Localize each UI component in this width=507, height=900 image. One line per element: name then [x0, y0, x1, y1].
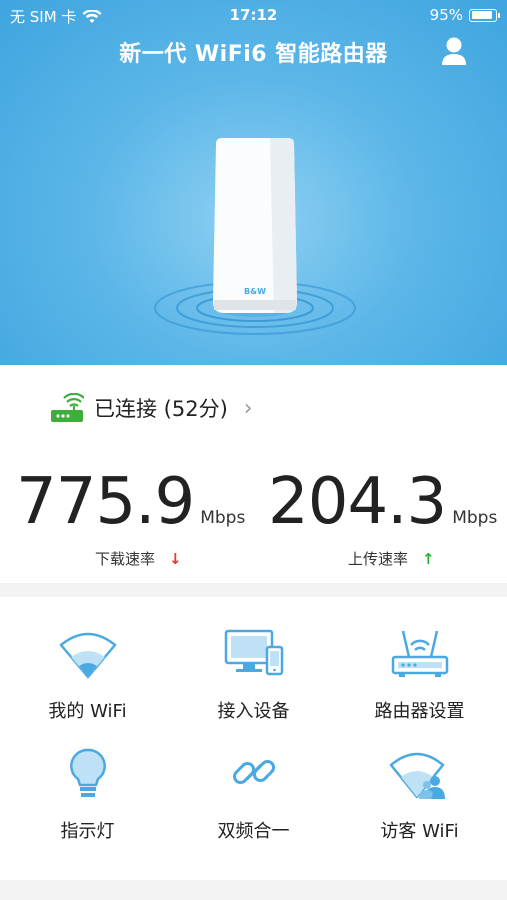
guest-wifi-icon	[389, 752, 445, 799]
page-title: 新一代 WiFi6 智能路由器	[119, 42, 388, 67]
user-icon[interactable]	[441, 36, 467, 66]
download-label: 下载速率	[95, 550, 156, 568]
download-speed: 775.9 Mbps	[16, 465, 245, 539]
tile-router-settings[interactable]: 路由器设置	[335, 597, 504, 722]
devices-icon	[224, 629, 283, 676]
status-panel: 已连接 (52分) › 775.9 Mbps 下载速率 ↓ 204.3 Mbps 上传…	[0, 365, 507, 583]
connection-label: 已连接 (52分)	[94, 397, 228, 421]
battery-icon	[469, 8, 500, 22]
brand-logo: B&W	[244, 287, 266, 296]
wifi-icon	[59, 632, 116, 679]
upload-label: 上传速率	[348, 550, 409, 568]
tile-label: 指示灯	[60, 821, 115, 842]
tile-guest-wifi[interactable]: 访客 WiFi	[335, 717, 504, 842]
hero-banner: 无 SIM 卡 17:12 95% 新一代 WiFi6 智能路由器 B&W	[0, 0, 507, 365]
tile-indicator-light[interactable]: 指示灯	[3, 717, 172, 842]
router-status-icon	[51, 393, 84, 422]
download-label-row: 下载速率 ↓	[95, 548, 182, 569]
upload-speed: 204.3 Mbps	[268, 465, 497, 539]
connection-status[interactable]: 已连接 (52分) ›	[50, 393, 253, 423]
arrow-up-icon: ↑	[422, 550, 435, 568]
upload-value: 204.3	[268, 465, 447, 539]
link-icon	[232, 759, 275, 785]
arrow-down-icon: ↓	[169, 550, 182, 568]
download-unit: Mbps	[200, 508, 246, 528]
status-bar: 无 SIM 卡 17:12 95%	[0, 0, 507, 30]
router-image: B&W	[154, 138, 356, 335]
router-settings-icon	[391, 630, 448, 677]
battery-percent: 95%	[429, 6, 463, 24]
tile-label: 双频合一	[217, 821, 290, 842]
tile-dual-band[interactable]: 双频合一	[169, 717, 338, 842]
download-value: 775.9	[16, 465, 195, 539]
feature-grid: 我的 WiFi 接入设备 路由器设置 指示灯 双频合一 访客 WiFi	[0, 597, 507, 880]
tile-connected-devices[interactable]: 接入设备	[169, 597, 338, 722]
tile-my-wifi[interactable]: 我的 WiFi	[3, 597, 172, 722]
lightbulb-icon	[69, 748, 106, 797]
upload-label-row: 上传速率 ↑	[348, 548, 435, 569]
upload-unit: Mbps	[452, 508, 498, 528]
chevron-right-icon: ›	[243, 395, 253, 421]
tile-label: 访客 WiFi	[380, 821, 459, 842]
